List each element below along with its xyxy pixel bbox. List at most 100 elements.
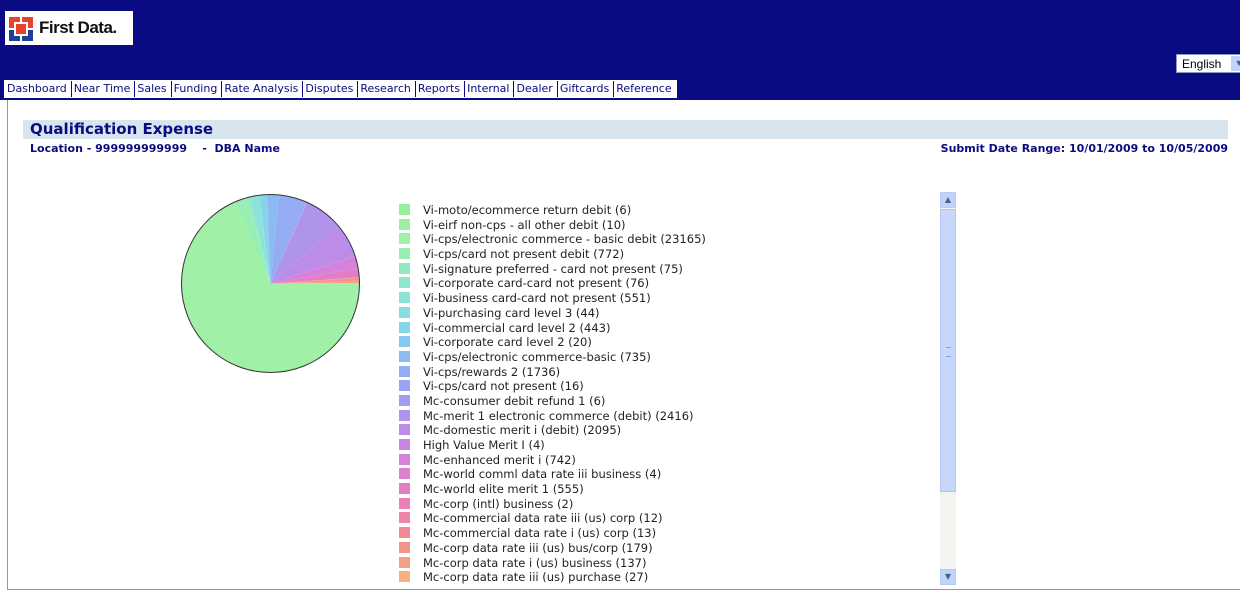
legend-item: Vi-cps/electronic commerce-basic (735)	[398, 350, 928, 365]
legend-label: Mc-commercial data rate i (us) corp (13)	[423, 526, 657, 541]
legend-label: Vi-corporate card-card not present (76)	[423, 276, 650, 291]
nav-item-reference[interactable]: Reference	[614, 81, 675, 97]
legend-label: Vi-signature preferred - card not presen…	[423, 261, 683, 276]
legend-swatch	[399, 350, 410, 362]
legend-label: Mc-domestic merit i (debit) (2095)	[423, 423, 622, 438]
legend-item: Mc-merit 1 electronic commerce (debit) (…	[398, 409, 928, 424]
legend-swatch	[399, 277, 410, 289]
legend-swatch	[399, 409, 410, 421]
legend-label: Mc-enhanced merit i (742)	[423, 452, 576, 467]
date-range: Submit Date Range: 10/01/2009 to 10/05/2…	[940, 142, 1228, 155]
nav-item-sales[interactable]: Sales	[135, 81, 172, 97]
nav-item-research[interactable]: Research	[358, 81, 416, 97]
nav-item-reports[interactable]: Reports	[416, 81, 466, 97]
legend-swatch	[399, 468, 410, 480]
legend-swatch	[399, 571, 410, 583]
legend-label: Mc-commercial data rate iii (us) corp (1…	[423, 511, 663, 526]
legend-swatch	[399, 262, 410, 274]
legend-item: Vi-eirf non-cps - all other debit (10)	[398, 218, 928, 233]
legend-swatch	[399, 453, 410, 465]
legend-swatch	[399, 233, 410, 245]
main-nav: Dashboard Near Time Sales Funding Rate A…	[4, 80, 677, 98]
nav-item-internal[interactable]: Internal	[465, 81, 515, 97]
first-data-logo-icon	[9, 17, 33, 41]
legend-item: Vi-cps/electronic commerce - basic debit…	[398, 232, 928, 247]
logo-text: First Data.	[39, 18, 117, 37]
legend-item: Vi-commercial card level 2 (443)	[398, 321, 928, 336]
legend-swatch	[399, 365, 410, 377]
location-info: Location - 999999999999 - DBA Name	[30, 142, 280, 155]
legend-swatch	[399, 380, 410, 392]
legend-item: Mc-commercial data rate iii (us) corp (1…	[398, 511, 928, 526]
pie-legend: Vi-moto/ecommerce return debit (6) Vi-eir…	[398, 203, 928, 590]
legend-label: Vi-corporate card level 2 (20)	[423, 335, 592, 350]
legend-swatch	[399, 336, 410, 348]
legend-label: Vi-purchasing card level 3 (44)	[423, 305, 600, 320]
legend-swatch	[399, 306, 410, 318]
scrollbar-thumb[interactable]	[940, 209, 956, 492]
legend-label: Vi-commercial card level 2 (443)	[423, 320, 611, 335]
legend-label: Vi-cps/card not present (16)	[423, 379, 584, 394]
page-title: Qualification Expense	[30, 120, 214, 138]
nav-item-funding[interactable]: Funding	[172, 81, 223, 97]
legend-label: Vi-cps/card not present debit (772)	[423, 247, 625, 262]
legend-item: High Value Merit I (4)	[398, 438, 928, 453]
legend-item: Mc-world comml data rate iii business (4…	[398, 467, 928, 482]
legend-label: Mc-merit 1 electronic commerce (debit) (…	[423, 408, 694, 423]
legend-label: Vi-cps/electronic commerce - basic debit…	[423, 232, 706, 247]
legend-swatch	[399, 424, 410, 436]
legend-scrollbar[interactable]: ▲ ▼	[940, 192, 956, 585]
legend-swatch	[399, 541, 410, 553]
scroll-down-arrow-icon[interactable]: ▼	[940, 569, 956, 585]
nav-item-disputes[interactable]: Disputes	[303, 81, 359, 97]
legend-swatch	[399, 218, 410, 230]
legend-item: Vi-purchasing card level 3 (44)	[398, 306, 928, 321]
legend-label: Mc-corp data rate iii (us) purchase (27)	[423, 570, 649, 585]
legend-label: Vi-eirf non-cps - all other debit (10)	[423, 217, 626, 232]
legend-label: Vi-cps/electronic commerce-basic (735)	[423, 349, 651, 364]
legend-item: Vi-moto/ecommerce return debit (6)	[398, 203, 928, 218]
legend-item: Mc-corp data rate i (us) business (137)	[398, 556, 928, 571]
legend-swatch	[399, 439, 410, 450]
legend-label: Mc-corp (intl) business (2)	[423, 496, 574, 511]
legend-swatch	[399, 204, 410, 215]
legend-item: Mc-world elite merit 1 (555)	[398, 482, 928, 497]
scroll-up-arrow-icon[interactable]: ▲	[940, 192, 956, 208]
legend-swatch	[399, 483, 410, 495]
legend-item: Vi-business card-card not present (551)	[398, 291, 928, 306]
chevron-down-icon[interactable]: ▼	[1231, 56, 1240, 71]
legend-item: Mc-commercial data rate i (us) corp (13)	[398, 526, 928, 541]
qualification-pie-chart	[181, 194, 360, 373]
legend-label: Mc-world elite merit 1 (555)	[423, 482, 584, 497]
legend-item: Vi-corporate card-card not present (76)	[398, 276, 928, 291]
legend-swatch	[399, 512, 410, 524]
legend-item: Mc-corp (intl) business (2)	[398, 497, 928, 512]
legend-label: Vi-cps/rewards 2 (1736)	[423, 364, 561, 379]
legend-swatch	[399, 292, 410, 304]
nav-item-dealer[interactable]: Dealer	[514, 81, 558, 97]
legend-swatch	[399, 527, 410, 539]
nav-item-rate-analysis[interactable]: Rate Analysis	[222, 81, 304, 97]
legend-swatch	[399, 321, 410, 333]
language-select[interactable]: English ▼	[1176, 54, 1240, 73]
language-selected-value: English	[1182, 57, 1222, 71]
nav-item-dashboard[interactable]: Dashboard	[5, 81, 72, 97]
legend-item: Vi-cps/card not present (16)	[398, 379, 928, 394]
legend-swatch	[399, 248, 410, 260]
legend-label: Mc-world comml data rate iii business (4…	[423, 467, 662, 482]
legend-label: Mc-corp data rate i (us) business (137)	[423, 555, 647, 570]
legend-label: High Value Merit I (4)	[423, 438, 545, 452]
top-header: First Data. English ▼ Dashboard Near Tim…	[0, 0, 1240, 100]
legend-swatch	[399, 556, 410, 568]
nav-item-near-time[interactable]: Near Time	[72, 81, 136, 97]
legend-label: Vi-business card-card not present (551)	[423, 291, 651, 306]
first-data-logo: First Data.	[5, 11, 133, 45]
legend-label: Mc-corp data rate iii (us) bus/corp (179…	[423, 540, 653, 555]
legend-item: Vi-cps/rewards 2 (1736)	[398, 365, 928, 380]
grip-icon	[946, 347, 951, 357]
legend-item: Mc-corp data rate iii (us) purchase (27)	[398, 570, 928, 585]
legend-item: Mc-domestic merit i (debit) (2095)	[398, 423, 928, 438]
legend-label: Mc-consumer debit refund 1 (6)	[423, 393, 606, 408]
legend-swatch	[399, 497, 410, 509]
nav-item-giftcards[interactable]: Giftcards	[558, 81, 615, 97]
